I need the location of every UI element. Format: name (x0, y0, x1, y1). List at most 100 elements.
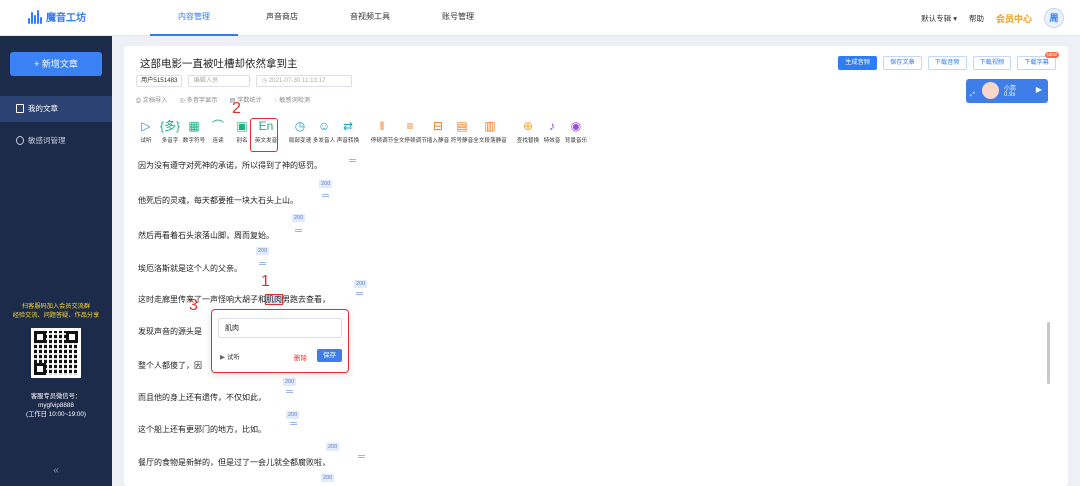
album-dropdown[interactable]: 默认专辑 ▾ (921, 13, 957, 24)
toolbar-button[interactable]: ▤ 符号静音 (450, 118, 474, 152)
polyphone-toggle[interactable]: ◎ 多音字显示 (179, 95, 217, 105)
nav-account[interactable]: 账号管理 (414, 0, 502, 36)
toolbar-button[interactable]: ⇄ 声音转换 (336, 118, 360, 152)
toolbar-button[interactable]: ≡ 全文停顿调节 (393, 118, 427, 152)
delete-button[interactable]: 删除 (294, 352, 307, 362)
collapse-sidebar-icon[interactable]: « (0, 465, 112, 476)
toolbar-button[interactable]: ▷ 试听 (134, 118, 158, 152)
toolbar-button[interactable]: ⊟ 插入静音 (426, 118, 450, 152)
nav-voice-store[interactable]: 声音商店 (238, 0, 326, 36)
alias-popup: ▶ 试听 删除 保存 (211, 309, 349, 373)
pause-marker-icon[interactable] (286, 390, 293, 393)
import-doc-link[interactable]: ⎙ 文档导入 (136, 95, 167, 105)
service-info: 客服专员微信号： mygfvip8888 (工作日 10:00~19:00) (25, 393, 87, 418)
paragraph[interactable]: 而且他的身上还有遗传，不仅如此， (138, 392, 266, 403)
sidebar-item-my-articles[interactable]: 我的文章 (0, 96, 112, 122)
voice-name: 小蕊 (1004, 86, 1017, 92)
paragraph[interactable]: 这时走廊里传来了一声怪响大胡子和肌肉男跑去查看， (138, 294, 330, 305)
toolbar-icon: ▣ (236, 119, 248, 133)
toolbar-button[interactable]: ◉ 背景音乐 (564, 118, 588, 152)
toolbar-label: 声音转换 (336, 138, 360, 144)
user-avatar[interactable]: 周 (1044, 8, 1064, 28)
paragraph[interactable]: 埃厄洛斯就是这个人的父亲。 (138, 263, 242, 274)
pause-badge[interactable]: 200 (286, 411, 300, 419)
paragraph[interactable]: 因为没有遵守对死神的承诺，所以得到了神的惩罚。 (138, 160, 322, 171)
nav-content-management[interactable]: 内容管理 (150, 0, 238, 36)
pause-badge[interactable]: 200 (256, 247, 270, 255)
date-field[interactable]: ◷ 2021-07-30 11:13:17 (256, 75, 353, 87)
editor-toolbar: ▷ 试听 {多} 多音字 ▦ 数字符号 ⌒ 连读 ▣ 别名 En 英文发音 ◷ 局部变速 ☺ 多发音人 ⇄ 声音转… (134, 118, 588, 152)
vip-center-link[interactable]: 会员中心 (996, 12, 1032, 25)
logo-icon (28, 9, 42, 24)
toolbar-button[interactable]: ▦ 数字符号 (182, 118, 206, 152)
play-icon[interactable]: ▶ (1036, 85, 1042, 94)
content-scrollbar[interactable] (1047, 322, 1050, 384)
shield-icon (16, 136, 24, 145)
download-audio-button[interactable]: 下载音频 (927, 56, 967, 70)
editor-input[interactable]: 编辑人员 (188, 75, 251, 87)
pause-marker-icon[interactable] (259, 262, 266, 265)
paragraph[interactable]: 这个船上还有更邪门的地方，比如。 (138, 424, 266, 435)
pause-marker-icon[interactable] (358, 455, 365, 458)
generate-audio-button[interactable]: 生成音频 (838, 56, 877, 70)
toolbar-button[interactable]: ☺ 多发音人 (312, 118, 336, 152)
play-icon: ▶ (220, 354, 227, 361)
app-logo[interactable]: 魔音工坊 (28, 9, 86, 24)
toolbar-icon: ▷ (141, 119, 151, 133)
alias-input[interactable] (218, 318, 342, 338)
paragraph[interactable]: 发现声音的源头是 (138, 326, 202, 337)
toolbar-label: 多音字 (161, 138, 179, 144)
paragraph[interactable]: 餐厅的食物是新鲜的，但是过了一会儿就全都腐败啦， (138, 457, 330, 468)
nav-av-tools[interactable]: 音视频工具 (326, 0, 414, 36)
sidebar-item-sensitive-words[interactable]: 敏感词管理 (0, 128, 112, 154)
caret-down-icon: ▾ (953, 13, 957, 23)
article-title[interactable]: 这部电影一直被吐槽却依然拿到主 (140, 56, 298, 71)
download-subtitle-button[interactable]: 下载字幕 NEW (1017, 52, 1059, 70)
toolbar-label: 全文停顿调节 (393, 138, 427, 144)
toolbar-button[interactable]: ◷ 局部变速 (288, 118, 312, 152)
pause-badge[interactable]: 200 (319, 180, 333, 188)
toolbar-icon: ▥ (484, 119, 496, 133)
paragraph[interactable]: 然后再看着石头滚落山脚，周而复始。 (138, 230, 274, 241)
pause-marker-icon[interactable] (295, 229, 302, 232)
pause-marker-icon[interactable] (322, 194, 329, 197)
toolbar-label: 数字符号 (182, 138, 206, 144)
clock-icon: ◷ (261, 77, 269, 84)
pause-marker-icon[interactable] (356, 292, 363, 295)
toolbar-label: 插入静音 (426, 138, 450, 144)
pause-badge[interactable]: 200 (292, 214, 306, 222)
paragraph[interactable]: 整个人都傻了，因 (138, 360, 202, 371)
paragraph[interactable]: 他死后的灵魂，每天都要推一块大石头上山。 (138, 195, 298, 206)
help-link[interactable]: 帮助 (969, 13, 984, 24)
toolbar-icon: ⌒ (211, 119, 224, 133)
toolbar-button[interactable]: ⊕ 查找替换 (516, 118, 540, 152)
sensitive-check-link[interactable]: ◌ 敏感词检测 (274, 95, 310, 105)
toolbar-button[interactable]: ‖ 停顿调节 (370, 118, 394, 152)
toolbar-button[interactable]: ♪ 特效音 (540, 118, 564, 152)
toolbar-icon: ⊕ (522, 119, 534, 133)
pause-badge[interactable]: 200 (354, 280, 368, 288)
pause-badge[interactable]: 200 (326, 443, 340, 451)
download-video-button[interactable]: 下载视频 (972, 56, 1012, 70)
toolbar-icon: {多} (159, 119, 181, 133)
top-right-area: 默认专辑 ▾ 帮助 会员中心 周 (921, 0, 1064, 36)
qr-code-image (31, 328, 81, 378)
main-nav: 内容管理 声音商店 音视频工具 账号管理 (150, 0, 502, 36)
pause-marker-icon[interactable] (290, 422, 297, 425)
voice-selector[interactable]: ⤢ 小蕊 0.9x ▶ (966, 79, 1048, 103)
pause-badge[interactable]: 200 (321, 474, 335, 482)
listen-button[interactable]: ▶ 试听 (220, 351, 240, 361)
new-article-button[interactable]: + 新增文章 (10, 52, 102, 76)
toolbar-button[interactable]: {多} 多音字 (158, 118, 182, 152)
pause-marker-icon[interactable] (349, 159, 356, 162)
save-alias-button[interactable]: 保存 (317, 349, 342, 362)
meta-row: 用户5151483 编辑人员 ◷ 2021-07-30 11:13:17 (136, 75, 353, 87)
highlighted-word[interactable]: 肌肉 (265, 294, 283, 305)
toolbar-button[interactable]: ▥ 全文段落静音 (473, 118, 507, 152)
toolbar-button[interactable]: ⌒ 连读 (206, 118, 230, 152)
pause-badge[interactable]: 200 (283, 378, 297, 386)
save-article-button[interactable]: 保存文章 (883, 56, 922, 70)
expand-icon[interactable]: ⤢ (970, 92, 975, 99)
